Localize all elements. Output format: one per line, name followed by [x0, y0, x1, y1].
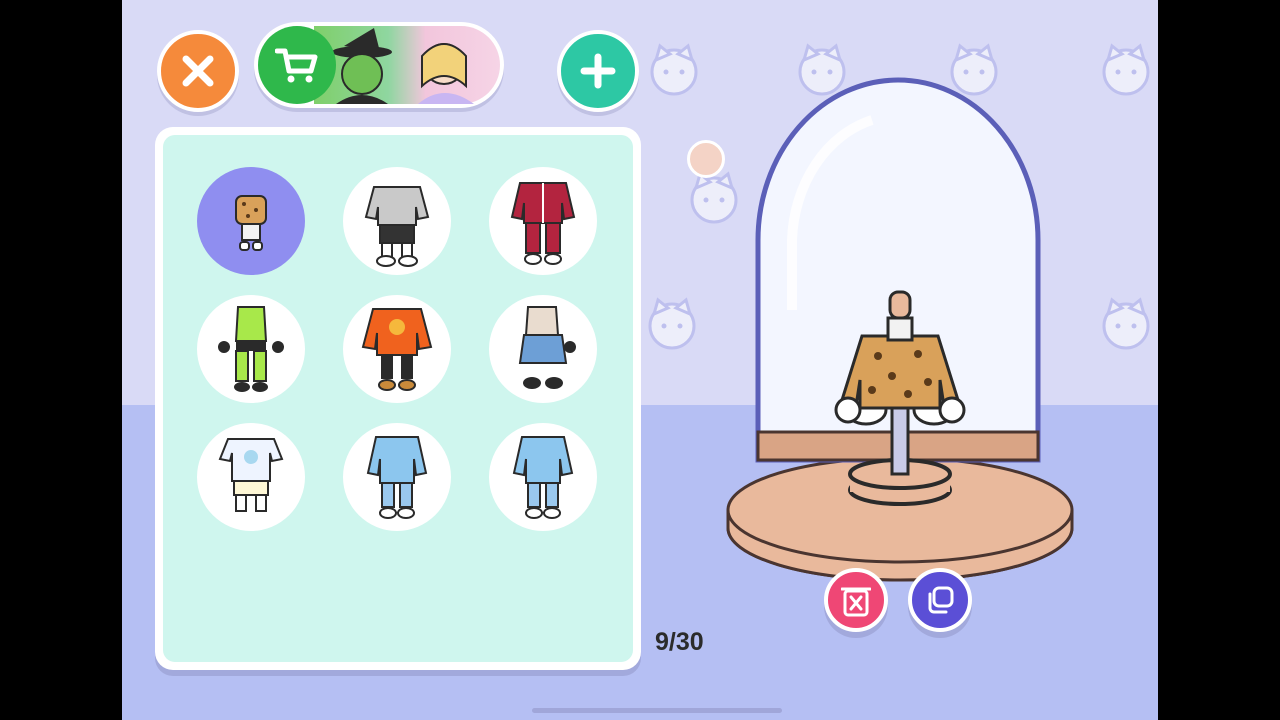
blue-hoodie-outfit-icon: [366, 436, 428, 519]
duplicate-icon: [928, 586, 954, 614]
outfit-closet-screen: 9/30: [122, 0, 1158, 720]
outfit-grid: [163, 135, 633, 662]
outfit-slot-white-tshirt[interactable]: [197, 423, 305, 531]
outfit-slot-red-tracksuit[interactable]: [489, 167, 597, 275]
cart-icon: [275, 48, 318, 83]
shop-button[interactable]: [258, 26, 336, 104]
outfit-counter: 9/30: [655, 628, 704, 656]
letterbox-left: [0, 0, 122, 720]
trash-icon: [841, 587, 871, 617]
plus-icon: [580, 53, 616, 89]
wallpaper-face-icon: [1102, 43, 1150, 96]
outfit-slot-leopard-jacket[interactable]: [197, 167, 305, 275]
letterbox-right: [1158, 0, 1280, 720]
outfit-slot-denim-skirt[interactable]: [489, 295, 597, 403]
duplicate-outfit-button[interactable]: [908, 568, 972, 632]
close-icon: [182, 55, 214, 87]
orange-sweater-outfit-icon: [361, 308, 433, 391]
shop-banner[interactable]: [254, 22, 504, 108]
gray-sweater-outfit-icon: [364, 186, 430, 267]
skin-color-dot[interactable]: [687, 140, 725, 178]
wallpaper-face-icon: [650, 43, 698, 96]
green-sporty-outfit-icon: [218, 306, 284, 392]
red-tracksuit-outfit-icon: [510, 182, 576, 265]
outfit-slot-blue-hoodie-2[interactable]: [489, 423, 597, 531]
home-indicator[interactable]: [532, 708, 782, 713]
outfit-slot-orange-sweater[interactable]: [343, 295, 451, 403]
wallpaper-face-icon: [1102, 297, 1150, 350]
close-button[interactable]: [157, 30, 239, 112]
outfit-slot-gray-sweater[interactable]: [343, 167, 451, 275]
outfit-panel: [155, 127, 641, 670]
mannequin-display: [726, 77, 1074, 582]
leopard-jacket-outfit-icon: [235, 195, 267, 251]
wallpaper-face-icon: [648, 297, 696, 350]
add-outfit-button[interactable]: [557, 30, 639, 112]
delete-outfit-button[interactable]: [824, 568, 888, 632]
denim-skirt-outfit-icon: [518, 306, 576, 389]
white-tshirt-outfit-icon: [218, 438, 284, 512]
blue-hoodie-outfit-icon: [512, 436, 574, 519]
outfit-slot-green-sporty[interactable]: [197, 295, 305, 403]
shop-characters-art: [314, 26, 500, 104]
outfit-slot-blue-hoodie[interactable]: [343, 423, 451, 531]
